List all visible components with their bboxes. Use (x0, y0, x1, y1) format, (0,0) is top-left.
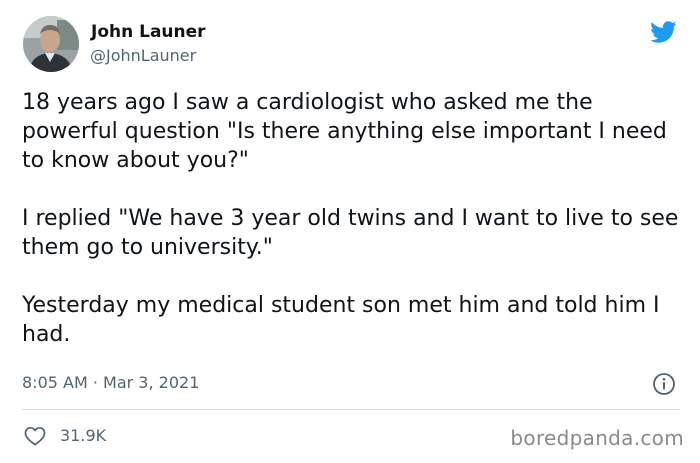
heart-icon[interactable] (24, 426, 46, 446)
like-count: 31.9K (60, 426, 107, 445)
tweet-text: 18 years ago I saw a cardiologist who as… (22, 88, 682, 349)
tweet-paragraph: Yesterday my medical student son met him… (22, 293, 660, 347)
avatar-photo (23, 16, 79, 72)
tweet-paragraph: I replied "We have 3 year old twins and … (22, 206, 679, 260)
tweet-paragraph: 18 years ago I saw a cardiologist who as… (22, 90, 667, 173)
watermark: boredpanda.com (510, 426, 684, 450)
info-icon[interactable] (652, 372, 676, 396)
author-handle[interactable]: @JohnLauner (90, 46, 196, 66)
twitter-bird-icon[interactable] (647, 18, 679, 46)
author-display-name[interactable]: John Launer (91, 22, 206, 42)
divider (22, 409, 680, 410)
tweet-timestamp[interactable]: 8:05 AM · Mar 3, 2021 (22, 372, 199, 394)
avatar[interactable] (23, 16, 79, 72)
tweet-card: John Launer @JohnLauner 18 years ago I s… (0, 0, 700, 463)
